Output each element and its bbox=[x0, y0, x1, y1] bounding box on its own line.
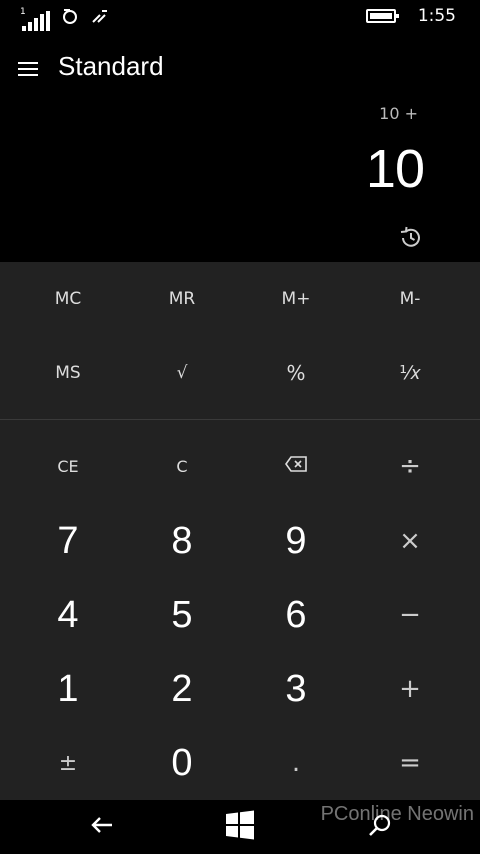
watermark: PConline Neowin bbox=[320, 803, 474, 825]
sim-number: 1 bbox=[20, 7, 26, 17]
expression-display: 10 + bbox=[379, 104, 418, 123]
digit-9-button[interactable]: 9 bbox=[239, 504, 353, 578]
battery-charging-icon bbox=[365, 9, 399, 23]
keypad-divider bbox=[0, 419, 480, 420]
digit-2-button[interactable]: 2 bbox=[125, 652, 239, 726]
page-title: Standard bbox=[58, 51, 164, 81]
divide-button[interactable]: ÷ bbox=[353, 429, 467, 503]
memory-store-button[interactable]: MS bbox=[11, 336, 125, 410]
memory-subtract-button[interactable]: M- bbox=[353, 262, 467, 336]
wifi-sharing-icon bbox=[90, 6, 110, 31]
keypad: MC MR M+ M- MS √ % ¹⁄𝑥 CE C ÷ 7 8 9 × 4 … bbox=[0, 262, 480, 800]
digit-4-button[interactable]: 4 bbox=[11, 578, 125, 652]
digit-1-button[interactable]: 1 bbox=[11, 652, 125, 726]
clock: 1:55 bbox=[417, 6, 456, 26]
status-bar: 1 1:55 bbox=[0, 0, 480, 34]
memory-clear-button[interactable]: MC bbox=[11, 262, 125, 336]
reciprocal-button[interactable]: ¹⁄𝑥 bbox=[353, 336, 467, 410]
start-button[interactable] bbox=[160, 800, 320, 854]
multiply-button[interactable]: × bbox=[353, 504, 467, 578]
digit-6-button[interactable]: 6 bbox=[239, 578, 353, 652]
subtract-button[interactable]: − bbox=[353, 578, 467, 652]
backspace-icon bbox=[285, 456, 307, 476]
windows-logo-icon bbox=[225, 810, 255, 844]
signal-strength-icon: 1 bbox=[20, 7, 50, 31]
hamburger-menu-icon[interactable] bbox=[18, 62, 40, 76]
square-root-button[interactable]: √ bbox=[125, 336, 239, 410]
back-button[interactable] bbox=[22, 800, 182, 854]
percent-button[interactable]: % bbox=[239, 336, 353, 410]
digit-5-button[interactable]: 5 bbox=[125, 578, 239, 652]
result-display: 10 bbox=[365, 139, 425, 199]
digit-7-button[interactable]: 7 bbox=[11, 504, 125, 578]
add-button[interactable]: + bbox=[353, 652, 467, 726]
data-sync-icon bbox=[60, 6, 80, 31]
memory-recall-button[interactable]: MR bbox=[125, 262, 239, 336]
digit-0-button[interactable]: 0 bbox=[125, 726, 239, 800]
digit-8-button[interactable]: 8 bbox=[125, 504, 239, 578]
negate-button[interactable]: ± bbox=[11, 726, 125, 800]
backspace-button[interactable] bbox=[239, 429, 353, 503]
clear-entry-button[interactable]: CE bbox=[11, 429, 125, 503]
digit-3-button[interactable]: 3 bbox=[239, 652, 353, 726]
back-arrow-icon bbox=[90, 815, 114, 839]
equals-button[interactable]: = bbox=[353, 726, 467, 800]
app-bar: Standard bbox=[0, 44, 480, 90]
memory-add-button[interactable]: M+ bbox=[239, 262, 353, 336]
history-icon[interactable] bbox=[398, 225, 424, 251]
decimal-button[interactable]: . bbox=[239, 726, 353, 800]
clear-button[interactable]: C bbox=[125, 429, 239, 503]
